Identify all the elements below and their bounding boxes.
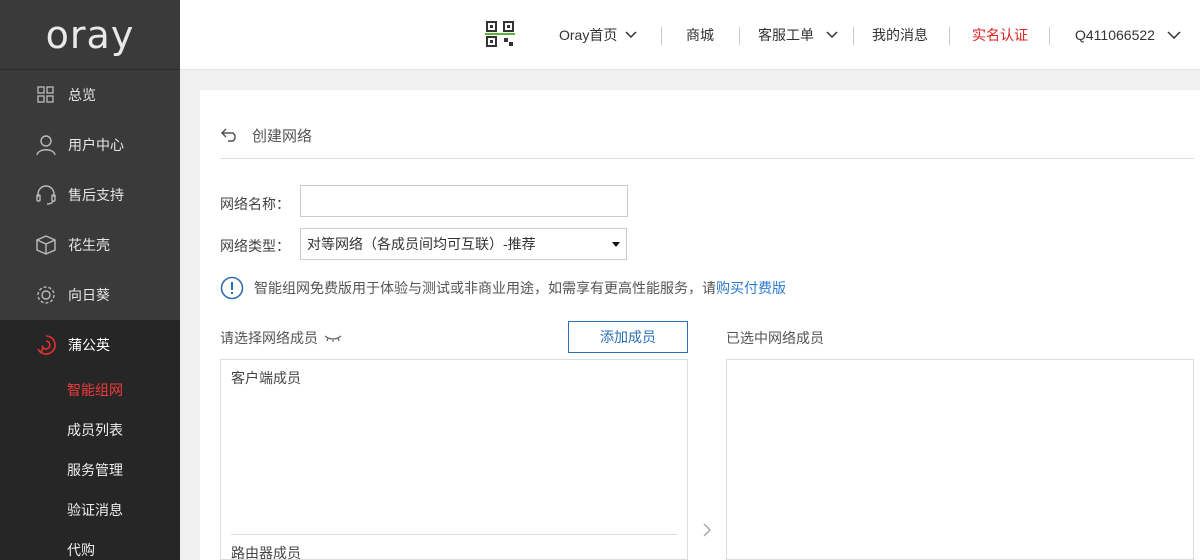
selected-members-label: 已选中网络成员 [726, 330, 824, 346]
page-title-row: 创建网络 [220, 120, 1194, 150]
router-members-group: 路由器成员 [231, 545, 301, 560]
sidebar-item-label: 花生壳 [68, 237, 110, 253]
header-divider [1049, 27, 1050, 45]
free-version-notice: 智能组网免费版用于体验与测试或非商业用途，如需享有更高性能服务，请 购买付费版 [220, 276, 786, 300]
client-members-group: 客户端成员 [231, 370, 301, 386]
sidebar: oray 总览 用户中心 售后支持 花生壳 向日葵 蒲公英 智能组网 成员列表 … [0, 0, 180, 560]
sidebar-item-label: 售后支持 [68, 187, 124, 203]
sidebar-item-overview[interactable]: 总览 [0, 70, 180, 120]
sub-item-member-list[interactable]: 成员列表 [0, 410, 180, 450]
header-divider [739, 27, 740, 45]
chevron-down-icon [826, 31, 838, 39]
selected-members-heading: 已选中网络成员 [726, 328, 824, 348]
eye-closed-icon[interactable] [324, 330, 342, 346]
add-member-button[interactable]: 添加成员 [568, 321, 688, 353]
caret-down-icon [612, 242, 620, 247]
real-name-verify-label: 实名认证 [972, 27, 1028, 43]
header-divider [949, 27, 950, 45]
create-network-panel: 创建网络 网络名称： 网络类型： 对等网络（各成员间均可互联）-推荐 智能组网免… [200, 90, 1200, 560]
title-divider [220, 158, 1194, 159]
my-messages-label: 我的消息 [872, 27, 928, 43]
header-divider [853, 27, 854, 45]
headset-icon [34, 183, 58, 207]
back-icon[interactable] [220, 125, 242, 145]
network-type-select[interactable]: 对等网络（各成员间均可互联）-推荐 [300, 228, 627, 260]
qr-code-button[interactable] [485, 0, 515, 70]
top-header: Oray首页 商城 客服工单 我的消息 实名认证 Q411066522 [180, 0, 1200, 70]
service-ticket-label: 客服工单 [758, 27, 814, 43]
select-members-label: 请选择网络成员 [220, 330, 318, 346]
user-icon [34, 133, 58, 157]
info-icon [220, 276, 244, 300]
sidebar-item-support[interactable]: 售后支持 [0, 170, 180, 220]
qr-code-icon [485, 20, 515, 51]
sub-item-verify-messages[interactable]: 验证消息 [0, 490, 180, 530]
network-type-value: 对等网络（各成员间均可互联）-推荐 [307, 236, 536, 252]
sidebar-item-dandelion[interactable]: 蒲公英 [0, 320, 180, 370]
grid-icon [34, 83, 58, 107]
shop-link[interactable]: 商城 [686, 0, 714, 70]
sidebar-item-sunflower[interactable]: 向日葵 [0, 270, 180, 320]
select-members-heading: 请选择网络成员 [220, 328, 342, 348]
page-title: 创建网络 [252, 127, 313, 145]
logo-text: oray [45, 12, 135, 57]
real-name-verify-link[interactable]: 实名认证 [972, 0, 1028, 70]
sidebar-item-peanut-shell[interactable]: 花生壳 [0, 220, 180, 270]
account-label: Q411066522 [1075, 27, 1155, 43]
network-name-input[interactable] [300, 185, 628, 217]
oray-home-label: Oray首页 [559, 27, 618, 43]
notice-text: 智能组网免费版用于体验与测试或非商业用途，如需享有更高性能服务，请 [254, 280, 716, 296]
chevron-down-icon [625, 31, 637, 39]
cube-icon [34, 233, 58, 257]
dandelion-submenu: 智能组网 成员列表 服务管理 验证消息 代购 [0, 370, 180, 560]
sidebar-item-user-center[interactable]: 用户中心 [0, 120, 180, 170]
sunflower-icon [34, 283, 58, 307]
group-divider [231, 534, 677, 535]
header-divider [661, 27, 662, 45]
sub-item-service-management[interactable]: 服务管理 [0, 450, 180, 490]
dandelion-icon [34, 333, 58, 357]
account-menu[interactable]: Q411066522 [1075, 0, 1181, 70]
sidebar-item-label: 蒲公英 [68, 337, 110, 353]
network-type-label: 网络类型： [220, 238, 290, 254]
chevron-down-icon [1167, 31, 1181, 39]
service-ticket-link[interactable]: 客服工单 [758, 0, 838, 70]
member-selection-list[interactable]: 客户端成员 路由器成员 [220, 359, 688, 560]
sub-item-purchase[interactable]: 代购 [0, 530, 180, 560]
chevron-right-icon[interactable] [700, 520, 714, 540]
sidebar-item-label: 用户中心 [68, 137, 124, 153]
sub-item-smart-network[interactable]: 智能组网 [0, 370, 180, 410]
sidebar-item-label: 向日葵 [68, 287, 110, 303]
network-name-label: 网络名称： [220, 196, 290, 212]
sidebar-item-label: 总览 [68, 87, 96, 103]
oray-logo[interactable]: oray [0, 0, 180, 70]
shop-label: 商城 [686, 27, 714, 43]
selected-members-list[interactable] [726, 359, 1194, 560]
buy-paid-version-link[interactable]: 购买付费版 [716, 278, 786, 298]
oray-home-link[interactable]: Oray首页 [559, 0, 637, 70]
my-messages-link[interactable]: 我的消息 [872, 0, 928, 70]
